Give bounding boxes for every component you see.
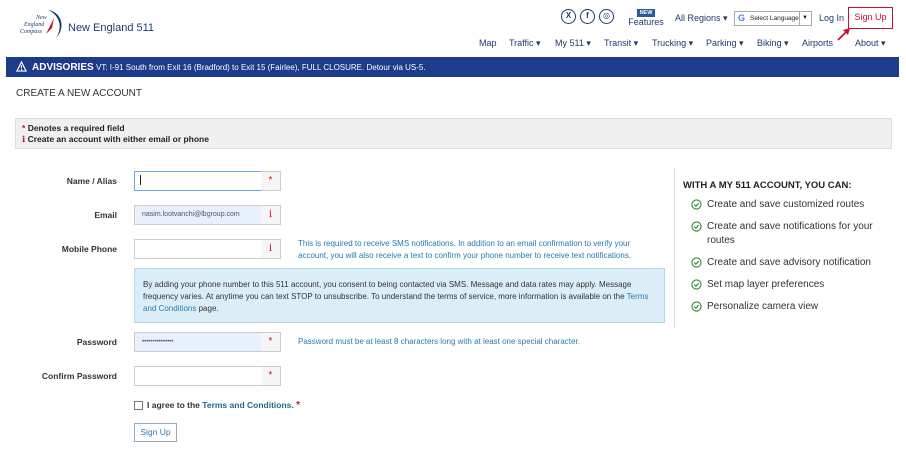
- nav-my511[interactable]: My 511 ▾: [555, 38, 591, 49]
- divider: [674, 168, 675, 328]
- signup-button[interactable]: Sign Up: [134, 423, 177, 442]
- benefit-text: Personalize camera view: [707, 301, 819, 312]
- advisory-text[interactable]: VT: I-91 South from Exit 16 (Bradford) t…: [96, 63, 426, 72]
- check-circle-icon: [691, 301, 702, 312]
- nav-trucking[interactable]: Trucking ▾: [652, 38, 693, 49]
- phone-label: Mobile Phone: [61, 244, 117, 254]
- benefit-text: Create and save customized routes: [707, 199, 865, 210]
- nav-traffic[interactable]: Traffic ▾: [509, 38, 541, 49]
- form-notice: * Denotes a required field i Create an a…: [15, 118, 892, 149]
- email-input[interactable]: nasim.lootvanchi@lbgroup.com: [134, 205, 262, 225]
- required-star: *: [296, 400, 301, 411]
- benefits-title: WITH A MY 511 ACCOUNT, YOU CAN:: [683, 180, 852, 191]
- login-link[interactable]: Log In: [819, 13, 844, 23]
- advisory-banner[interactable]: ADVISORIES VT: I-91 South from Exit 16 (…: [6, 57, 899, 77]
- check-circle-icon: [691, 257, 702, 268]
- terms-link[interactable]: Terms and Conditions.: [202, 400, 293, 410]
- page-title: CREATE A NEW ACCOUNT: [16, 88, 142, 99]
- password-help-text: Password must be at least 8 characters l…: [298, 337, 580, 346]
- nav-airports[interactable]: Airports: [802, 38, 833, 48]
- advisory-title: ADVISORIES: [32, 62, 94, 73]
- nav-map[interactable]: Map: [479, 38, 497, 48]
- x-icon[interactable]: X: [561, 9, 576, 24]
- name-input[interactable]: [134, 171, 262, 191]
- site-name[interactable]: New England 511: [68, 22, 154, 34]
- benefit-item: Create and save customized routes: [683, 198, 893, 212]
- arrow-annotation-icon: [837, 28, 850, 41]
- signup-link[interactable]: Sign Up: [848, 7, 893, 29]
- sms-consent-text: By adding your phone number to this 511 …: [143, 280, 632, 301]
- logo-text-england: England: [23, 22, 45, 28]
- email-label: Email: [94, 210, 117, 220]
- info-note-text: Create an account with either email or p…: [27, 134, 209, 144]
- required-icon: *: [261, 332, 281, 352]
- benefit-text: Create and save advisory notification: [707, 257, 871, 268]
- check-circle-icon: [691, 279, 702, 290]
- check-circle-icon: [691, 221, 702, 232]
- facebook-icon[interactable]: f: [580, 9, 595, 24]
- google-icon: G: [738, 13, 746, 23]
- info-icon: i: [22, 135, 26, 145]
- password-label: Password: [76, 337, 117, 347]
- features-label: Features: [628, 17, 664, 27]
- name-label: Name / Alias: [66, 176, 117, 186]
- confirm-password-input[interactable]: [134, 366, 262, 386]
- instagram-icon[interactable]: ◎: [599, 9, 614, 24]
- benefit-text: Create and save notifications for your r…: [707, 221, 873, 246]
- benefit-item: Create and save advisory notification: [683, 256, 893, 270]
- nav-transit[interactable]: Transit ▾: [604, 38, 638, 49]
- sms-consent-notice: By adding your phone number to this 511 …: [134, 268, 665, 323]
- language-select[interactable]: G Select Language ▼: [734, 11, 812, 26]
- phone-help-text: This is required to receive SMS notifica…: [298, 239, 632, 260]
- info-icon: i: [261, 239, 281, 259]
- nav-parking[interactable]: Parking ▾: [706, 38, 744, 49]
- required-note-text: Denotes a required field: [27, 123, 125, 133]
- language-label: Select Language: [750, 15, 799, 22]
- features-link[interactable]: NEW Features: [628, 6, 664, 27]
- terms-agreement: I agree to the Terms and Conditions. *: [147, 400, 300, 411]
- benefit-text: Set map layer preferences: [707, 279, 825, 290]
- required-star: *: [22, 123, 26, 133]
- terms-prefix: I agree to the: [147, 400, 200, 410]
- nav-about[interactable]: About ▾: [855, 38, 886, 49]
- sms-suffix: page.: [198, 304, 219, 313]
- nav-biking[interactable]: Biking ▾: [757, 38, 789, 49]
- required-icon: *: [261, 366, 281, 386]
- warning-icon: [16, 61, 27, 72]
- info-icon: i: [261, 205, 281, 225]
- all-regions-dropdown[interactable]: All Regions ▾: [675, 13, 728, 24]
- phone-input[interactable]: [134, 239, 262, 259]
- required-note: * Denotes a required field: [22, 123, 885, 134]
- benefit-item: Set map layer preferences: [683, 278, 893, 292]
- logo-text-new: New: [35, 15, 47, 21]
- benefits-panel: WITH A MY 511 ACCOUNT, YOU CAN: Create a…: [683, 180, 893, 322]
- confirm-password-label: Confirm Password: [41, 371, 117, 381]
- logo-text-compass: Compass: [20, 29, 43, 35]
- required-icon: *: [261, 171, 281, 191]
- benefit-item: Create and save notifications for your r…: [683, 220, 893, 248]
- password-input[interactable]: •••••••••••••••: [134, 332, 262, 352]
- check-circle-icon: [691, 199, 702, 210]
- terms-checkbox[interactable]: [134, 401, 143, 410]
- dropdown-arrow-icon: ▼: [799, 12, 808, 25]
- new-badge: NEW: [636, 9, 656, 17]
- benefit-item: Personalize camera view: [683, 300, 893, 314]
- info-note: i Create an account with either email or…: [22, 134, 885, 146]
- site-logo[interactable]: New England Compass: [18, 8, 70, 42]
